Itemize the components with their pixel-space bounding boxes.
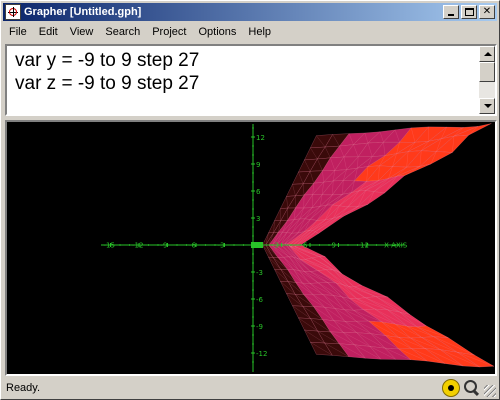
scroll-down-button[interactable] (479, 98, 495, 114)
y-tick-label: 3 (256, 215, 260, 223)
y-tick-label: -6 (256, 296, 264, 304)
x-tick-label: 9 (332, 242, 336, 250)
y-tick-label: -9 (256, 323, 263, 331)
menu-view[interactable]: View (64, 24, 100, 41)
magnifier-icon[interactable] (463, 379, 481, 397)
minimize-button[interactable] (443, 5, 459, 19)
arrow-up-icon (484, 52, 492, 56)
maximize-button[interactable] (461, 5, 477, 19)
y-tick-label: 9 (256, 161, 260, 169)
minimize-icon (448, 14, 454, 16)
target-icon[interactable] (442, 379, 460, 397)
x-tick-label: 12 (360, 242, 369, 250)
x-tick-label: -12 (132, 242, 143, 250)
y-tick-label: -3 (256, 269, 263, 277)
menu-options[interactable]: Options (192, 24, 242, 41)
x-tick-label: 3 (275, 242, 279, 250)
maximize-icon (465, 8, 474, 16)
menu-bar: File Edit View Search Project Options He… (3, 23, 497, 42)
menu-search[interactable]: Search (99, 24, 146, 41)
title-bar[interactable]: Grapher [Untitled.gph] ✕ (3, 3, 497, 21)
close-button[interactable]: ✕ (479, 5, 495, 19)
code-editor[interactable]: var y = -9 to 9 step 27 var z = -9 to 9 … (5, 44, 497, 116)
editor-text-area[interactable]: var y = -9 to 9 step 27 var z = -9 to 9 … (7, 46, 479, 114)
x-axis-label: X AXIS (384, 242, 408, 250)
editor-vertical-scrollbar[interactable] (479, 46, 495, 114)
scroll-up-button[interactable] (479, 46, 495, 62)
editor-line-2: var z = -9 to 9 step 27 (15, 73, 200, 94)
scroll-thumb[interactable] (479, 62, 495, 82)
status-bar: Ready. (3, 378, 497, 398)
window-title: Grapher [Untitled.gph] (24, 6, 142, 18)
grapher-app-icon[interactable] (5, 4, 21, 20)
status-text: Ready. (6, 382, 41, 394)
y-tick-label: 6 (256, 188, 261, 196)
editor-line-1: var y = -9 to 9 step 27 (15, 50, 200, 71)
x-tick-label: -15 (104, 242, 115, 250)
y-tick-label: -12 (256, 350, 267, 358)
menu-edit[interactable]: Edit (33, 24, 64, 41)
graph-view[interactable]: 0.0 -15 -12 -9 -6 -3 3 6 9 12 X AXIS 12 9 6 3 -3 -6 -9 -12 (5, 120, 497, 376)
x-tick-label: -9 (161, 242, 168, 250)
menu-help[interactable]: Help (242, 24, 277, 41)
menu-project[interactable]: Project (146, 24, 192, 41)
y-tick-label: 12 (256, 134, 265, 142)
graph-canvas[interactable]: 0.0 -15 -12 -9 -6 -3 3 6 9 12 X AXIS 12 9 6 3 -3 -6 -9 -12 (7, 122, 495, 374)
x-tick-label: -6 (189, 242, 197, 250)
resize-grip[interactable] (484, 385, 496, 397)
arrow-down-icon (484, 104, 492, 108)
x-tick-label: 6 (303, 242, 308, 250)
app-window: Grapher [Untitled.gph] ✕ File Edit View … (0, 0, 500, 400)
menu-file[interactable]: File (3, 24, 33, 41)
x-tick-label: -3 (218, 242, 225, 250)
origin-label: 0.0 (252, 242, 263, 250)
close-icon: ✕ (482, 6, 492, 17)
